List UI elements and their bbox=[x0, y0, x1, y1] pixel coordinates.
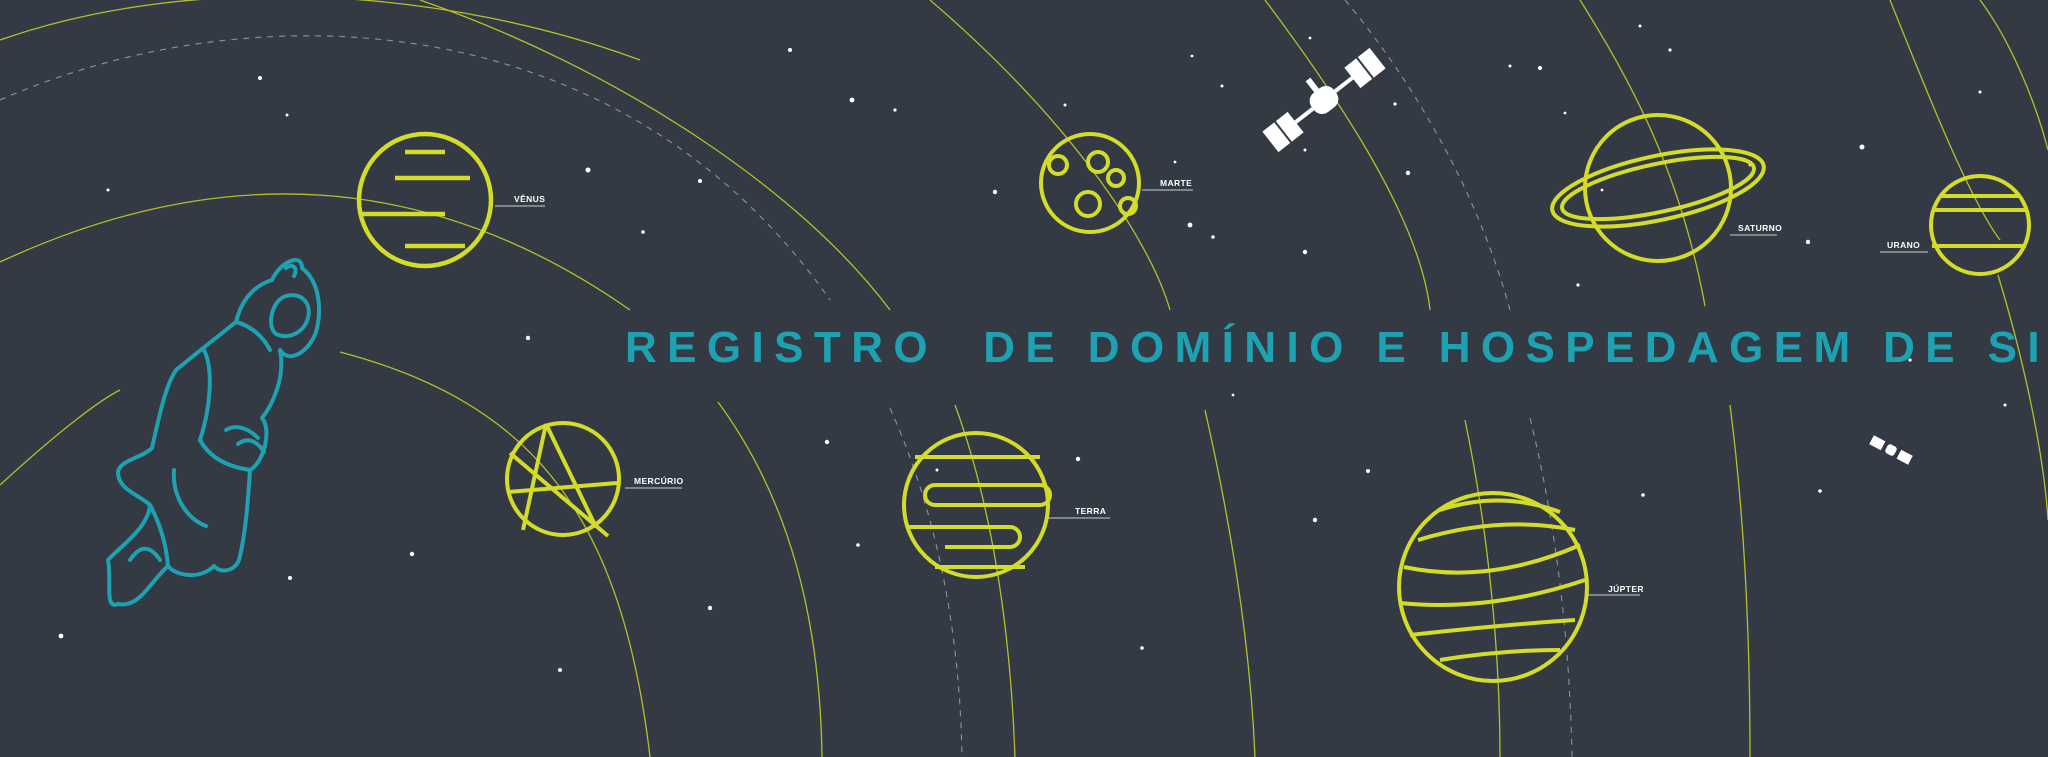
venus-label: VÊNUS bbox=[514, 193, 545, 204]
page-title: REGISTRO DE DOMÍNIO E HOSPEDAGEM DE SITE bbox=[625, 323, 2048, 372]
planet-marte bbox=[1039, 132, 1141, 234]
space-illustration: VÊNUS MERCÚRIO MARTE TERRA JÚPTER SATURN… bbox=[0, 0, 2048, 757]
planet-venus bbox=[356, 131, 494, 269]
jupiter-label: JÚPTER bbox=[1608, 583, 1644, 594]
planet-urano bbox=[1929, 174, 2031, 276]
satellite-icon bbox=[1262, 47, 1386, 153]
planet-mercurio bbox=[505, 421, 621, 538]
urano-label: URANO bbox=[1887, 240, 1920, 250]
planet-venus-leader: VÊNUS bbox=[495, 193, 545, 207]
planet-terra bbox=[902, 431, 1052, 579]
astronaut-icon bbox=[106, 258, 322, 607]
saturno-label: SATURNO bbox=[1738, 223, 1782, 233]
planet-saturno bbox=[1550, 113, 1766, 263]
small-satellite-icon bbox=[1869, 435, 1913, 465]
planet-jupiter bbox=[1397, 491, 1589, 683]
orbit-lines bbox=[0, 0, 2048, 757]
dashed-orbits bbox=[0, 0, 1573, 757]
marte-label: MARTE bbox=[1160, 178, 1192, 188]
mercurio-label: MERCÚRIO bbox=[634, 475, 683, 486]
space-banner: VÊNUS MERCÚRIO MARTE TERRA JÚPTER SATURN… bbox=[0, 0, 2048, 757]
terra-label: TERRA bbox=[1075, 506, 1106, 516]
